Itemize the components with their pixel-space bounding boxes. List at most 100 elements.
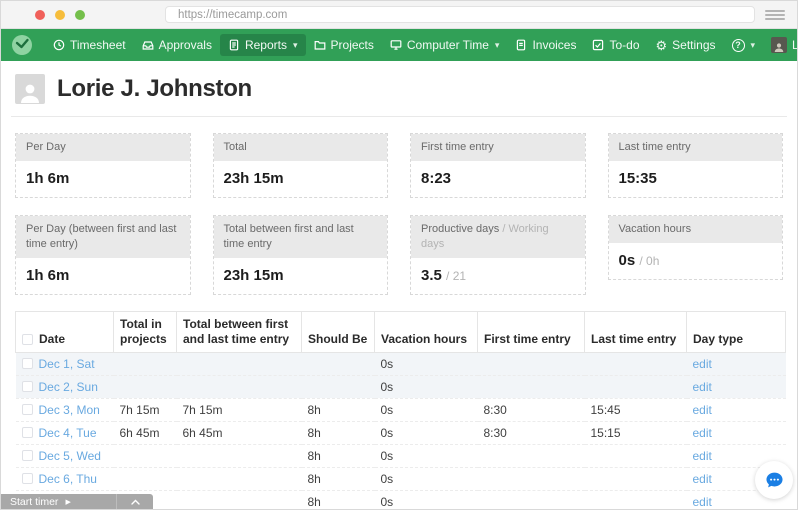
edit-link[interactable]: edit	[693, 426, 712, 440]
minimize-window-button[interactable]	[55, 10, 65, 20]
nav-item-reports[interactable]: Reports ▾	[220, 34, 306, 56]
edit-link[interactable]: edit	[693, 380, 712, 394]
edit-link[interactable]: edit	[693, 495, 712, 509]
nav-right-group: ⚙ Settings ? ▾ Lorie J. Johnston ▾	[648, 29, 798, 61]
table-cell-should-be	[302, 375, 375, 398]
timecamp-logo-icon[interactable]	[11, 34, 33, 56]
chevron-down-icon: ▾	[751, 40, 756, 51]
card-value: 23h 15m	[214, 161, 388, 197]
address-bar[interactable]: https://timecamp.com	[165, 6, 755, 23]
nav-item-computer-time[interactable]: Computer Time ▾	[382, 34, 508, 56]
table-cell-total-between	[177, 467, 302, 490]
edit-link[interactable]: edit	[693, 472, 712, 486]
table-cell-last-time-entry	[585, 467, 687, 490]
cards-row-1: Per Day 1h 6m Total 23h 15m First time e…	[15, 133, 783, 198]
card-total: Total 23h 15m	[213, 133, 389, 198]
table-cell-vacation-hours: 0s	[375, 467, 478, 490]
date-link[interactable]: Dec 6, Thu	[39, 472, 97, 486]
user-menu[interactable]: Lorie J. Johnston ▾	[763, 33, 798, 57]
chevron-down-icon: ▾	[495, 40, 500, 51]
card-value-secondary: / 21	[446, 269, 466, 283]
row-checkbox[interactable]	[22, 358, 33, 369]
browser-menu-icon[interactable]	[765, 10, 785, 20]
nav-item-settings[interactable]: ⚙ Settings	[648, 34, 724, 56]
date-link[interactable]: Dec 4, Tue	[39, 426, 97, 440]
clock-icon	[53, 39, 65, 51]
table-cell-vacation-hours: 0s	[375, 398, 478, 421]
table-cell-first-time-entry: 8:30	[478, 421, 585, 444]
nav-item-todo[interactable]: To-do	[584, 34, 647, 56]
expand-timer-button[interactable]	[116, 494, 153, 509]
row-checkbox[interactable]	[22, 427, 33, 438]
table-cell-should-be: 8h	[302, 421, 375, 444]
close-window-button[interactable]	[35, 10, 45, 20]
edit-link[interactable]: edit	[693, 449, 712, 463]
table-cell-date: Dec 2, Sun	[16, 375, 114, 398]
browser-chrome: https://timecamp.com	[1, 1, 797, 29]
table-cell-first-time-entry	[478, 352, 585, 375]
row-checkbox[interactable]	[22, 381, 33, 392]
date-link[interactable]: Dec 5, Wed	[39, 449, 101, 463]
card-label: First time entry	[411, 134, 585, 161]
card-per-day-between: Per Day (between first and last time ent…	[15, 215, 191, 295]
table-cell-total-in-projects	[114, 444, 177, 467]
chat-bubble-icon	[764, 470, 785, 491]
table-cell-first-time-entry	[478, 467, 585, 490]
edit-link[interactable]: edit	[693, 357, 712, 371]
row-checkbox[interactable]	[22, 404, 33, 415]
user-avatar	[15, 74, 45, 104]
nav-item-invoices[interactable]: Invoices	[507, 34, 584, 56]
table-cell-vacation-hours: 0s	[375, 375, 478, 398]
table-cell-last-time-entry	[585, 444, 687, 467]
card-value: 1h 6m	[16, 258, 190, 294]
days-table: Date Total in projects Total between fir…	[15, 311, 786, 510]
card-label: Total	[214, 134, 388, 161]
table-cell-should-be: 8h	[302, 398, 375, 421]
table-row: Dec 6, Thu8h0sedit	[16, 467, 786, 490]
date-link[interactable]: Dec 2, Sun	[39, 380, 98, 394]
table-cell-should-be: 8h	[302, 490, 375, 510]
monitor-icon	[390, 39, 402, 51]
table-cell-total-in-projects: 6h 45m	[114, 421, 177, 444]
nav-item-approvals[interactable]: Approvals	[134, 34, 220, 56]
nav-item-projects[interactable]: Projects	[306, 34, 382, 56]
card-label: Per Day (between first and last time ent…	[16, 216, 190, 258]
table-cell-total-in-projects	[114, 375, 177, 398]
column-header-should-be: Should Be	[302, 311, 375, 352]
table-cell-vacation-hours: 0s	[375, 421, 478, 444]
column-header-total-in-projects: Total in projects	[114, 311, 177, 352]
start-timer-label: Start timer	[1, 496, 58, 508]
table-cell-total-in-projects: 7h 15m	[114, 398, 177, 421]
start-timer-bar[interactable]: Start timer ▶	[1, 494, 153, 509]
table-cell-last-time-entry	[585, 490, 687, 510]
column-header-total-between: Total between first and last time entry	[177, 311, 302, 352]
card-label: Per Day	[16, 134, 190, 161]
table-cell-date: Dec 1, Sat	[16, 352, 114, 375]
card-first-time-entry: First time entry 8:23	[410, 133, 586, 198]
chat-widget-button[interactable]	[755, 461, 793, 499]
url-text: https://timecamp.com	[178, 9, 287, 21]
table-cell-vacation-hours: 0s	[375, 352, 478, 375]
row-checkbox[interactable]	[22, 450, 33, 461]
select-all-checkbox[interactable]	[22, 334, 33, 345]
zoom-window-button[interactable]	[75, 10, 85, 20]
table-cell-day-type: edit	[687, 398, 786, 421]
card-label: Vacation hours	[609, 216, 783, 243]
date-link[interactable]: Dec 3, Mon	[39, 403, 100, 417]
row-checkbox[interactable]	[22, 473, 33, 484]
card-value: 15:35	[609, 161, 783, 197]
page-title: Lorie J. Johnston	[57, 75, 252, 103]
column-header-first-time-entry: First time entry	[478, 311, 585, 352]
date-link[interactable]: Dec 1, Sat	[39, 357, 95, 371]
table-row: Dec 1, Sat 0s edit	[16, 352, 786, 375]
report-icon	[228, 39, 240, 51]
card-value-secondary: / 0h	[639, 254, 659, 268]
table-cell-first-time-entry: 8:30	[478, 398, 585, 421]
folder-icon	[314, 39, 326, 51]
nav-item-timesheet[interactable]: Timesheet	[45, 34, 134, 56]
card-vacation-hours: Vacation hours 0s / 0h	[608, 215, 784, 280]
table-cell-first-time-entry	[478, 444, 585, 467]
edit-link[interactable]: edit	[693, 403, 712, 417]
table-header-row: Date Total in projects Total between fir…	[16, 311, 786, 352]
nav-item-help[interactable]: ? ▾	[724, 35, 764, 56]
